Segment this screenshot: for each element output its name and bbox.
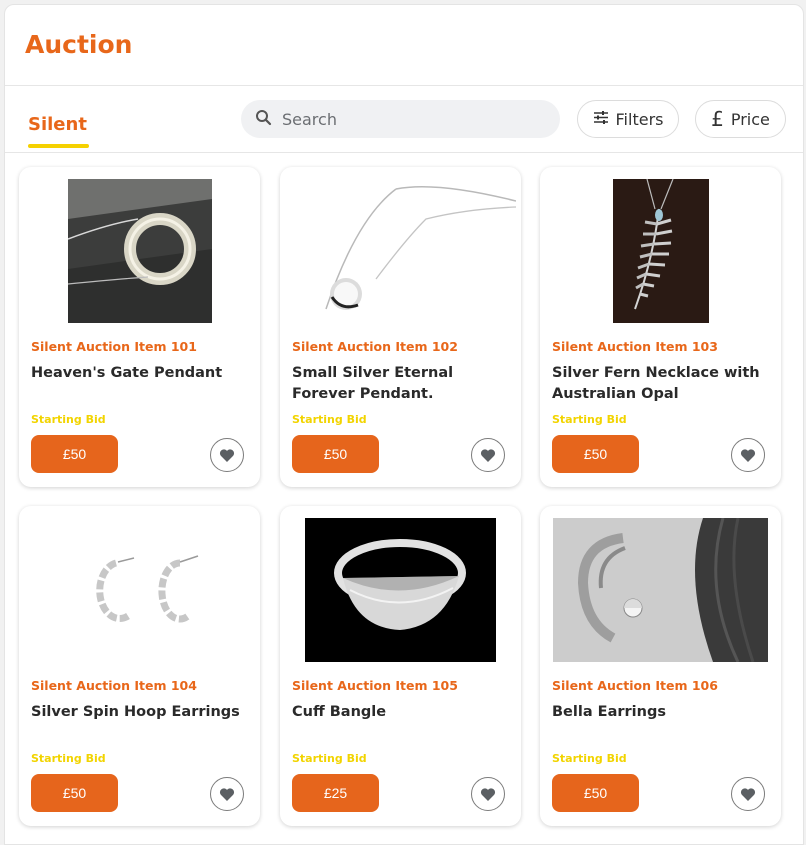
page-title: Auction [25, 29, 133, 59]
starting-bid-label: Starting Bid [31, 752, 106, 765]
item-name[interactable]: Bella Earrings [552, 702, 774, 723]
ring-pendant-photo [67, 179, 212, 323]
favorite-button[interactable] [731, 777, 765, 811]
bid-button[interactable]: £50 [552, 435, 639, 473]
item-name[interactable]: Cuff Bangle [292, 702, 514, 723]
starting-bid-label: Starting Bid [552, 752, 627, 765]
header: Auction [5, 5, 803, 86]
favorite-button[interactable] [471, 777, 505, 811]
bid-button[interactable]: £50 [292, 435, 379, 473]
heart-icon [740, 787, 756, 801]
filters-label: Filters [615, 109, 664, 129]
active-tab-indicator [28, 144, 89, 148]
lot-number: Silent Auction Item 104 [31, 678, 197, 693]
search-icon [255, 109, 272, 130]
cuff-bangle-photo [305, 518, 496, 662]
item-image [280, 518, 521, 662]
heart-icon [219, 448, 235, 462]
favorite-button[interactable] [210, 777, 244, 811]
item-card[interactable]: Silent Auction Item 101 Heaven's Gate Pe… [19, 167, 260, 487]
starting-bid-label: Starting Bid [292, 413, 367, 426]
heart-icon [740, 448, 756, 462]
item-image [19, 179, 260, 323]
lot-number: Silent Auction Item 102 [292, 339, 458, 354]
favorite-button[interactable] [210, 438, 244, 472]
fern-necklace-photo [612, 179, 709, 323]
lot-number: Silent Auction Item 106 [552, 678, 718, 693]
item-card[interactable]: Silent Auction Item 106 Bella Earrings S… [540, 506, 781, 826]
pound-icon: £ [711, 107, 724, 131]
item-name[interactable]: Heaven's Gate Pendant [31, 363, 253, 384]
hoop-earrings-photo [67, 518, 212, 662]
item-image [280, 179, 521, 323]
filters-button[interactable]: Filters [577, 100, 679, 138]
favorite-button[interactable] [471, 438, 505, 472]
heart-icon [480, 448, 496, 462]
price-button[interactable]: £ Price [695, 100, 786, 138]
sliders-icon [593, 109, 609, 130]
item-image [19, 518, 260, 662]
silver-pendant-photo [285, 179, 516, 323]
starting-bid-label: Starting Bid [292, 752, 367, 765]
starting-bid-label: Starting Bid [552, 413, 627, 426]
toolbar: Silent Filters £ Pric [5, 86, 803, 153]
item-image [540, 518, 781, 662]
item-card[interactable]: Silent Auction Item 104 Silver Spin Hoop… [19, 506, 260, 826]
item-name[interactable]: Silver Spin Hoop Earrings [31, 702, 253, 723]
item-card[interactable]: Silent Auction Item 102 Small Silver Ete… [280, 167, 521, 487]
item-card[interactable]: Silent Auction Item 103 Silver Fern Neck… [540, 167, 781, 487]
item-card[interactable]: Silent Auction Item 105 Cuff Bangle Star… [280, 506, 521, 826]
heart-icon [219, 787, 235, 801]
starting-bid-label: Starting Bid [31, 413, 106, 426]
item-image [540, 179, 781, 323]
bid-button[interactable]: £25 [292, 774, 379, 812]
favorite-button[interactable] [731, 438, 765, 472]
search-box[interactable] [241, 100, 560, 138]
item-name[interactable]: Silver Fern Necklace with Australian Opa… [552, 363, 774, 405]
lot-number: Silent Auction Item 103 [552, 339, 718, 354]
bid-button[interactable]: £50 [31, 774, 118, 812]
lot-number: Silent Auction Item 101 [31, 339, 197, 354]
ear-earring-photo [553, 518, 768, 662]
bid-button[interactable]: £50 [31, 435, 118, 473]
item-name[interactable]: Small Silver Eternal Forever Pendant. [292, 363, 514, 405]
heart-icon [480, 787, 496, 801]
bid-button[interactable]: £50 [552, 774, 639, 812]
search-input[interactable] [280, 108, 524, 130]
lot-number: Silent Auction Item 105 [292, 678, 458, 693]
price-label: Price [730, 109, 770, 129]
tab-silent[interactable]: Silent [28, 114, 87, 135]
